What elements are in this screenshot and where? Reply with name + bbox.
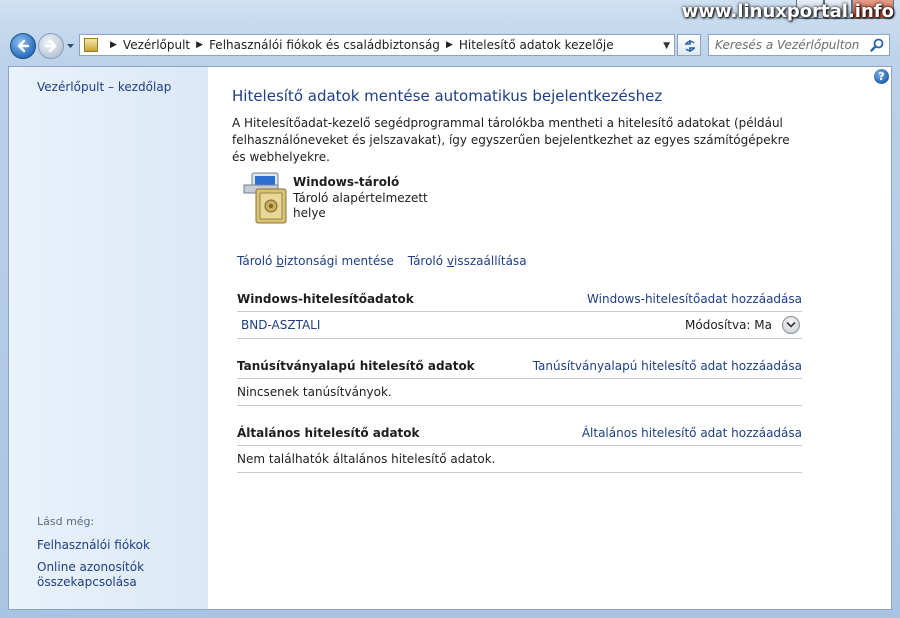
expand-chevron-icon[interactable] — [782, 316, 800, 334]
sidebar-link-online-ids[interactable]: Online azonosítók összekapcsolása — [37, 560, 197, 590]
credential-name[interactable]: BND-ASZTALI — [241, 318, 320, 332]
breadcrumb-control-panel[interactable]: Vezérlőpult — [123, 38, 190, 52]
credential-modified: Módosítva: Ma — [685, 318, 772, 332]
add-windows-credential-link[interactable]: Windows-hitelesítőadat hozzáadása — [587, 292, 802, 306]
restore-vault-link[interactable]: Tároló visszaállítása — [408, 254, 527, 268]
intro-text: A Hitelesítőadat-kezelő segédprogrammal … — [232, 116, 790, 164]
vault-description: Tároló alapértelmezett helye — [293, 191, 428, 220]
back-button[interactable] — [10, 33, 36, 59]
add-certificate-credential-link[interactable]: Tanúsítványalapú hitelesítő adat hozzáad… — [533, 359, 802, 373]
address-bar[interactable]: ▶ Vezérlőpult ▶ Felhasználói fiókok és c… — [79, 34, 675, 56]
backup-vault-link[interactable]: Tároló biztonsági mentése — [237, 254, 394, 268]
backup-text-post: iztonsági mentése — [283, 254, 394, 268]
backup-accelerator: b — [276, 254, 284, 268]
certificate-credentials-section: Tanúsítványalapú hitelesítő adatok Tanús… — [237, 356, 802, 406]
sidebar: Vezérlőpult – kezdőlap Lásd még: Felhasz… — [9, 67, 208, 609]
vault-actions: Tároló biztonsági mentése Tároló visszaá… — [237, 254, 537, 268]
breadcrumb-separator-icon[interactable]: ▶ — [446, 40, 453, 50]
search-icon[interactable] — [869, 37, 885, 53]
restore-accelerator: v — [446, 254, 455, 268]
watermark: www.linuxportal.info — [681, 1, 894, 22]
vault-name: Windows-tároló — [293, 175, 400, 189]
section-header: Windows-hitelesítőadatok Windows-hiteles… — [237, 289, 802, 312]
restore-text-post: isszaállítása — [454, 254, 527, 268]
content-frame: Vezérlőpult – kezdőlap Lásd még: Felhasz… — [8, 66, 892, 610]
sidebar-link-user-accounts[interactable]: Felhasználói fiókok — [37, 538, 150, 552]
page-title: Hitelesítő adatok mentése automatikus be… — [232, 87, 663, 105]
restore-text-pre: Tároló — [407, 254, 447, 268]
breadcrumb-separator-icon[interactable]: ▶ — [110, 40, 117, 50]
section-header: Általános hitelesítő adatok Általános hi… — [237, 423, 802, 446]
address-dropdown-icon[interactable]: ▼ — [663, 41, 670, 51]
empty-row: Nincsenek tanúsítványok. — [237, 379, 802, 406]
empty-message: Nem találhatók általános hitelesítő adat… — [237, 452, 496, 466]
windows-credentials-section: Windows-hitelesítőadatok Windows-hiteles… — [237, 289, 802, 339]
search-box[interactable] — [708, 34, 890, 56]
generic-credentials-section: Általános hitelesítő adatok Általános hi… — [237, 423, 802, 473]
section-title: Windows-hitelesítőadatok — [237, 292, 414, 306]
arrow-right-icon — [44, 39, 57, 53]
add-generic-credential-link[interactable]: Általános hitelesítő adat hozzáadása — [582, 426, 802, 440]
empty-row: Nem találhatók általános hitelesítő adat… — [237, 446, 802, 473]
section-header: Tanúsítványalapú hitelesítő adatok Tanús… — [237, 356, 802, 379]
breadcrumb-user-accounts[interactable]: Felhasználói fiókok és családbiztonság — [209, 38, 440, 52]
section-title: Tanúsítványalapú hitelesítő adatok — [237, 359, 475, 373]
backup-text-pre: Tároló — [237, 254, 277, 268]
breadcrumb-credential-manager[interactable]: Hitelesítő adatok kezelője — [459, 38, 614, 52]
recent-pages-chevron-icon[interactable] — [66, 42, 75, 51]
credential-row[interactable]: BND-ASZTALI Módosítva: Ma — [237, 312, 802, 339]
arrow-left-icon — [17, 39, 30, 53]
empty-message: Nincsenek tanúsítványok. — [237, 385, 392, 399]
forward-button[interactable] — [38, 33, 64, 59]
refresh-icon — [685, 40, 695, 52]
refresh-button[interactable] — [677, 34, 701, 56]
explorer-window: www.linuxportal.info ▶ Vezérlőpult ▶ Fel… — [0, 0, 900, 618]
see-also-label: Lásd még: — [37, 515, 95, 528]
sidebar-home-link[interactable]: Vezérlőpult – kezdőlap — [37, 80, 171, 94]
main-panel: ? Hitelesítő adatok mentése automatikus … — [208, 67, 891, 609]
search-input[interactable] — [715, 37, 865, 53]
navigation-bar: ▶ Vezérlőpult ▶ Felhasználói fiókok és c… — [0, 28, 900, 64]
vault-icon — [243, 172, 287, 224]
section-title: Általános hitelesítő adatok — [237, 426, 420, 440]
breadcrumb-separator-icon[interactable]: ▶ — [196, 40, 203, 50]
help-icon[interactable]: ? — [874, 69, 889, 84]
control-panel-icon — [84, 38, 98, 52]
